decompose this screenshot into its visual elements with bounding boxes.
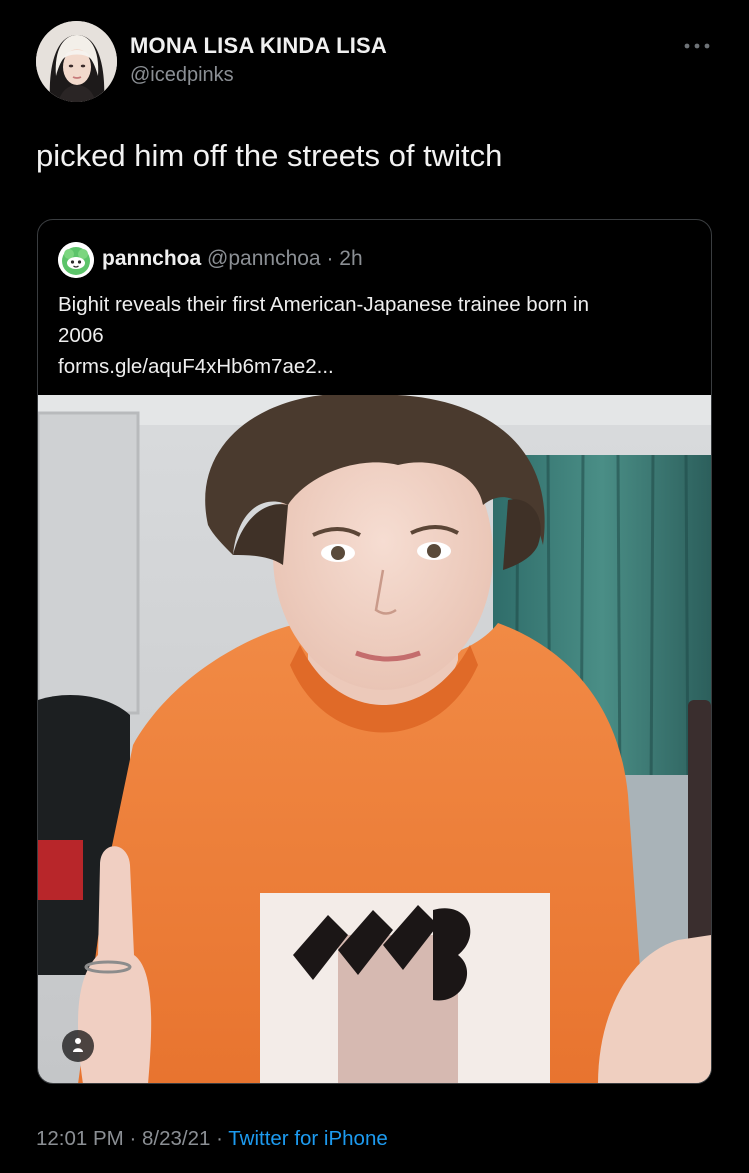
quote-link: forms.gle/aquF4xHb6m7ae2... — [58, 355, 334, 378]
quote-header: pannchoa @pannchoa · 2h — [102, 247, 363, 271]
quote-avatar-image — [58, 242, 94, 278]
photo-illustration — [38, 395, 711, 1083]
author-name[interactable]: MONA LISA KINDA LISA — [130, 33, 387, 59]
person-icon[interactable] — [62, 1030, 94, 1062]
quote-author-name[interactable]: pannchoa — [102, 247, 201, 270]
meta-separator: · — [216, 1127, 223, 1150]
tweet-source-link[interactable]: Twitter for iPhone — [228, 1127, 388, 1150]
tweet: MONA LISA KINDA LISA @icedpinks picked h… — [0, 0, 749, 1173]
quote-text-line: Bighit reveals their first American-Japa… — [58, 293, 589, 316]
quote-text: Bighit reveals their first American-Japa… — [58, 289, 698, 382]
quote-text-line: 2006 — [58, 324, 104, 347]
tweet-date[interactable]: 8/23/21 — [142, 1127, 210, 1150]
author-avatar[interactable] — [36, 21, 117, 102]
quote-avatar[interactable] — [58, 242, 94, 278]
quote-author-handle[interactable]: @pannchoa — [207, 247, 321, 270]
tweet-text: picked him off the streets of twitch — [36, 138, 503, 173]
meta-separator: · — [129, 1127, 137, 1150]
more-horizontal-icon[interactable] — [680, 36, 714, 56]
quote-media-photo[interactable] — [38, 395, 711, 1083]
author-handle[interactable]: @icedpinks — [130, 64, 234, 87]
tweet-time[interactable]: 12:01 PM — [36, 1127, 124, 1150]
author-avatar-image — [36, 21, 117, 102]
tweet-meta: 12:01 PM · 8/23/21 · Twitter for iPhone — [36, 1127, 388, 1151]
quote-tweet-card[interactable]: pannchoa @pannchoa · 2h Bighit reveals t… — [37, 219, 712, 1084]
quote-timestamp[interactable]: 2h — [339, 247, 362, 270]
quote-separator: · — [326, 247, 334, 270]
